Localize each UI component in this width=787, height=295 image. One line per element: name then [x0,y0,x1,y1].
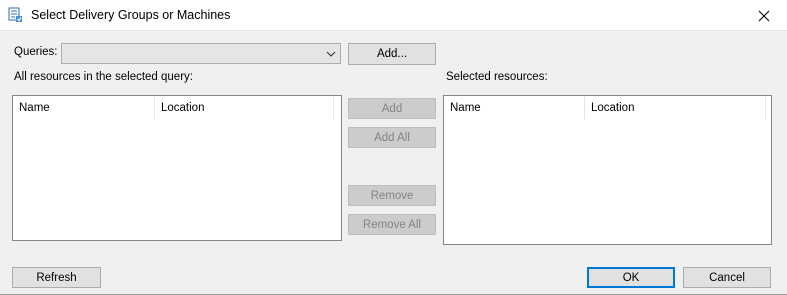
add-button[interactable]: Add [348,98,436,119]
add-query-button[interactable]: Add... [348,43,436,65]
refresh-button[interactable]: Refresh [12,267,101,288]
select-delivery-groups-dialog: Select Delivery Groups or Machines Queri… [0,0,787,295]
column-header-name[interactable]: Name [13,96,155,120]
cancel-button[interactable]: Cancel [683,267,771,288]
all-resources-label: All resources in the selected query: [14,71,193,83]
queries-dropdown[interactable] [61,43,341,64]
remove-all-button[interactable]: Remove All [348,214,436,235]
column-header-location[interactable]: Location [155,96,334,120]
selected-resources-list[interactable]: Name Location [443,95,772,245]
all-resources-list-header: Name Location [13,96,341,120]
queries-label: Queries: [14,46,58,58]
selected-resources-label: Selected resources: [446,71,548,83]
add-all-button[interactable]: Add All [348,127,436,148]
title-bar[interactable]: Select Delivery Groups or Machines [0,0,787,31]
close-button[interactable] [741,0,787,31]
selected-resources-list-header: Name Location [444,96,771,120]
all-resources-list[interactable]: Name Location [12,95,342,241]
window-title: Select Delivery Groups or Machines [31,8,231,22]
column-header-name[interactable]: Name [444,96,585,120]
chevron-down-icon [326,51,336,57]
column-header-location[interactable]: Location [585,96,766,120]
delivery-groups-icon [8,7,24,23]
remove-button[interactable]: Remove [348,185,436,206]
close-icon [758,10,770,21]
ok-button[interactable]: OK [587,267,675,288]
